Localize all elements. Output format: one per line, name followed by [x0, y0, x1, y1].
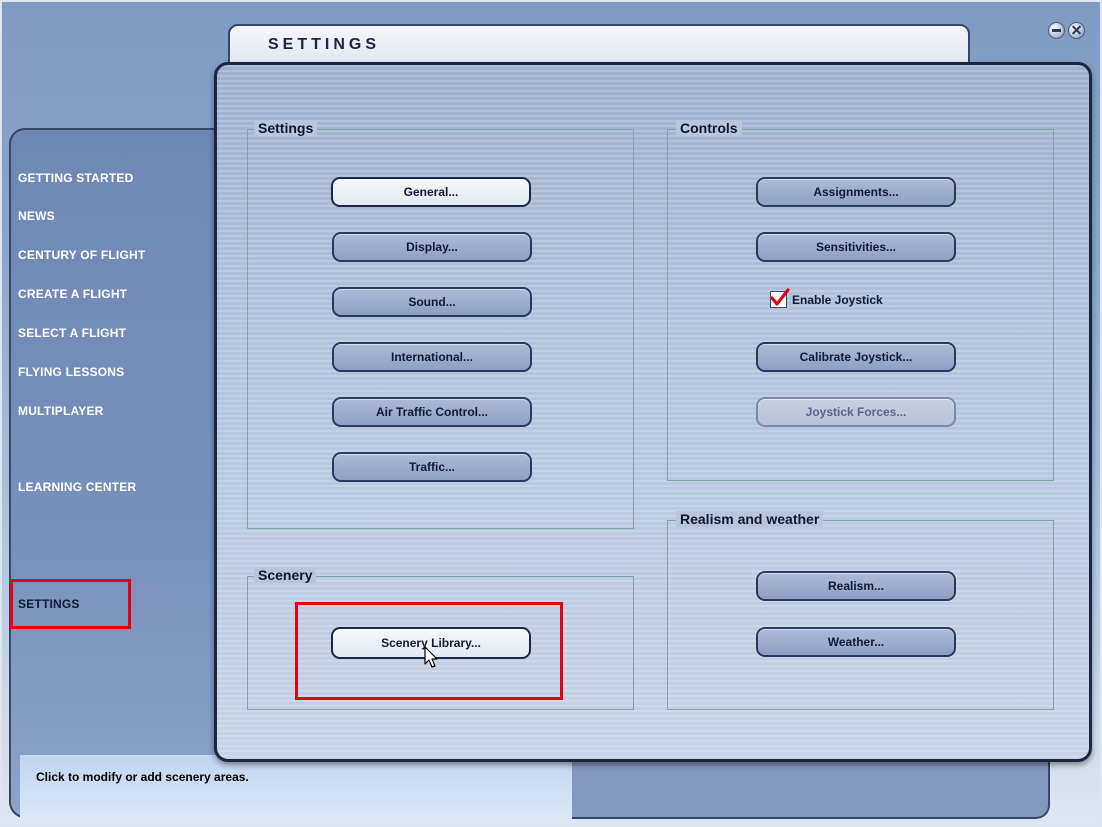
general-button[interactable]: General... — [331, 177, 531, 207]
traffic-button[interactable]: Traffic... — [332, 452, 532, 482]
display-button[interactable]: Display... — [332, 232, 532, 262]
nav-century-of-flight[interactable]: CENTURY OF FLIGHT — [18, 248, 145, 262]
settings-group-title: Settings — [254, 120, 318, 136]
assignments-button[interactable]: Assignments... — [756, 177, 956, 207]
realism-weather-group — [667, 520, 1054, 710]
minimize-icon[interactable] — [1048, 22, 1065, 39]
mouse-cursor-icon — [424, 646, 438, 668]
nav-settings[interactable]: SETTINGS — [18, 597, 80, 611]
sensitivities-button[interactable]: Sensitivities... — [756, 232, 956, 262]
weather-button[interactable]: Weather... — [756, 627, 956, 657]
nav-getting-started[interactable]: GETTING STARTED — [18, 171, 133, 185]
joystick-forces-button[interactable]: Joystick Forces... — [756, 397, 956, 427]
bottom-right-panel — [572, 755, 1050, 819]
page-title: SETTINGS — [268, 36, 381, 53]
enable-joystick-label: Enable Joystick — [792, 292, 883, 307]
nav-select-a-flight[interactable]: SELECT A FLIGHT — [18, 326, 126, 340]
nav-news[interactable]: NEWS — [18, 209, 55, 223]
air-traffic-control-button[interactable]: Air Traffic Control... — [332, 397, 532, 427]
scenery-group-title: Scenery — [254, 567, 317, 583]
nav-multiplayer[interactable]: MULTIPLAYER — [18, 404, 104, 418]
enable-joystick-checkbox[interactable]: Enable Joystick — [770, 288, 883, 308]
international-button[interactable]: International... — [332, 342, 532, 372]
checkbox-icon[interactable] — [770, 288, 790, 308]
close-icon[interactable] — [1068, 22, 1085, 39]
nav-learning-center[interactable]: LEARNING CENTER — [18, 480, 136, 494]
checkmark-icon — [770, 288, 790, 306]
calibrate-joystick-button[interactable]: Calibrate Joystick... — [756, 342, 956, 372]
controls-group-title: Controls — [676, 120, 742, 136]
status-text: Click to modify or add scenery areas. — [36, 770, 249, 784]
sound-button[interactable]: Sound... — [332, 287, 532, 317]
status-bar — [20, 755, 572, 819]
realism-weather-group-title: Realism and weather — [676, 511, 824, 527]
nav-flying-lessons[interactable]: FLYING LESSONS — [18, 365, 124, 379]
realism-button[interactable]: Realism... — [756, 571, 956, 601]
nav-create-a-flight[interactable]: CREATE A FLIGHT — [18, 287, 127, 301]
